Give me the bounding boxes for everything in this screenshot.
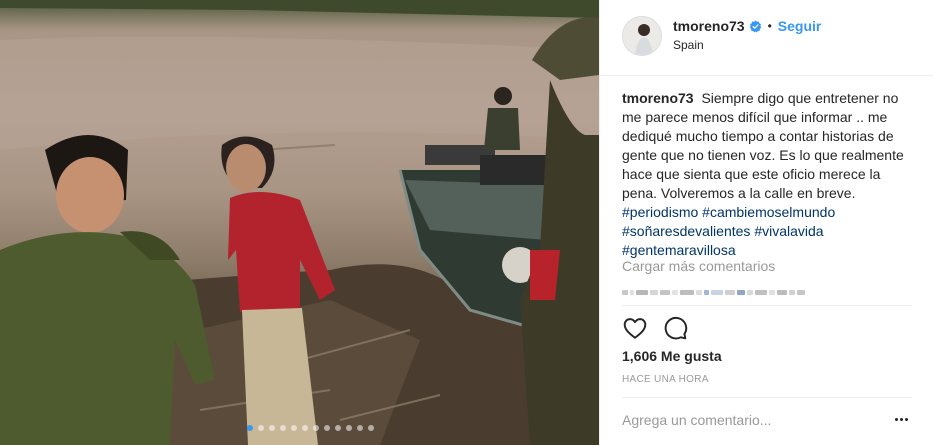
verified-badge-icon xyxy=(749,20,761,32)
add-comment-input[interactable]: Agrega un comentario... xyxy=(622,412,771,428)
more-options-icon[interactable] xyxy=(895,418,908,421)
post-details-panel: tmoreno73 • Seguir Spain tmoreno73 Siemp… xyxy=(599,0,933,445)
carousel-dot[interactable] xyxy=(335,425,341,431)
avatar[interactable] xyxy=(622,16,662,56)
obscured-comment xyxy=(622,285,805,299)
carousel-dot[interactable] xyxy=(291,425,297,431)
carousel-dot[interactable] xyxy=(368,425,374,431)
carousel-indicator xyxy=(247,425,374,431)
carousel-dot[interactable] xyxy=(313,425,319,431)
post-timestamp[interactable]: HACE UNA HORA xyxy=(622,374,709,385)
carousel-dot[interactable] xyxy=(346,425,352,431)
post-photo[interactable] xyxy=(0,0,599,445)
username-link[interactable]: tmoreno73 xyxy=(673,18,745,34)
river-scene-image xyxy=(0,0,599,445)
like-count[interactable]: 1,606 Me gusta xyxy=(622,348,722,364)
carousel-dot[interactable] xyxy=(324,425,330,431)
carousel-dot[interactable] xyxy=(258,425,264,431)
hashtag-link[interactable]: #gentemaravillosa xyxy=(622,242,736,258)
hashtag-link[interactable]: #cambiemoselmundo xyxy=(702,204,835,220)
carousel-dot[interactable] xyxy=(302,425,308,431)
header-separator: • xyxy=(767,19,772,33)
heart-outline-icon[interactable] xyxy=(622,315,648,341)
header-row: tmoreno73 • Seguir xyxy=(673,18,821,34)
post-actions xyxy=(622,315,688,341)
comments-divider xyxy=(622,305,912,306)
hashtag-link[interactable]: #vivalavida xyxy=(754,223,823,239)
caption-text: Siempre digo que entretener no me parece… xyxy=(622,90,904,201)
hashtag-link[interactable]: #periodismo xyxy=(622,204,698,220)
carousel-dot[interactable] xyxy=(269,425,275,431)
post-header: tmoreno73 • Seguir Spain xyxy=(600,0,933,76)
hashtag-link[interactable]: #soñaresdevalientes xyxy=(622,223,750,239)
follow-button[interactable]: Seguir xyxy=(778,18,822,34)
hashtag-list: #periodismo #cambiemoselmundo #soñaresde… xyxy=(622,204,835,258)
comment-bubble-icon[interactable] xyxy=(662,315,688,341)
post-caption: tmoreno73 Siempre digo que entretener no… xyxy=(622,89,912,260)
load-more-comments-button[interactable]: Cargar más comentarios xyxy=(622,258,775,274)
avatar-image xyxy=(623,17,661,55)
carousel-dot[interactable] xyxy=(280,425,286,431)
caption-username-link[interactable]: tmoreno73 xyxy=(622,90,694,106)
carousel-dot[interactable] xyxy=(357,425,363,431)
carousel-dot[interactable] xyxy=(247,425,253,431)
location-link[interactable]: Spain xyxy=(673,38,704,52)
comment-box-divider xyxy=(622,397,912,398)
